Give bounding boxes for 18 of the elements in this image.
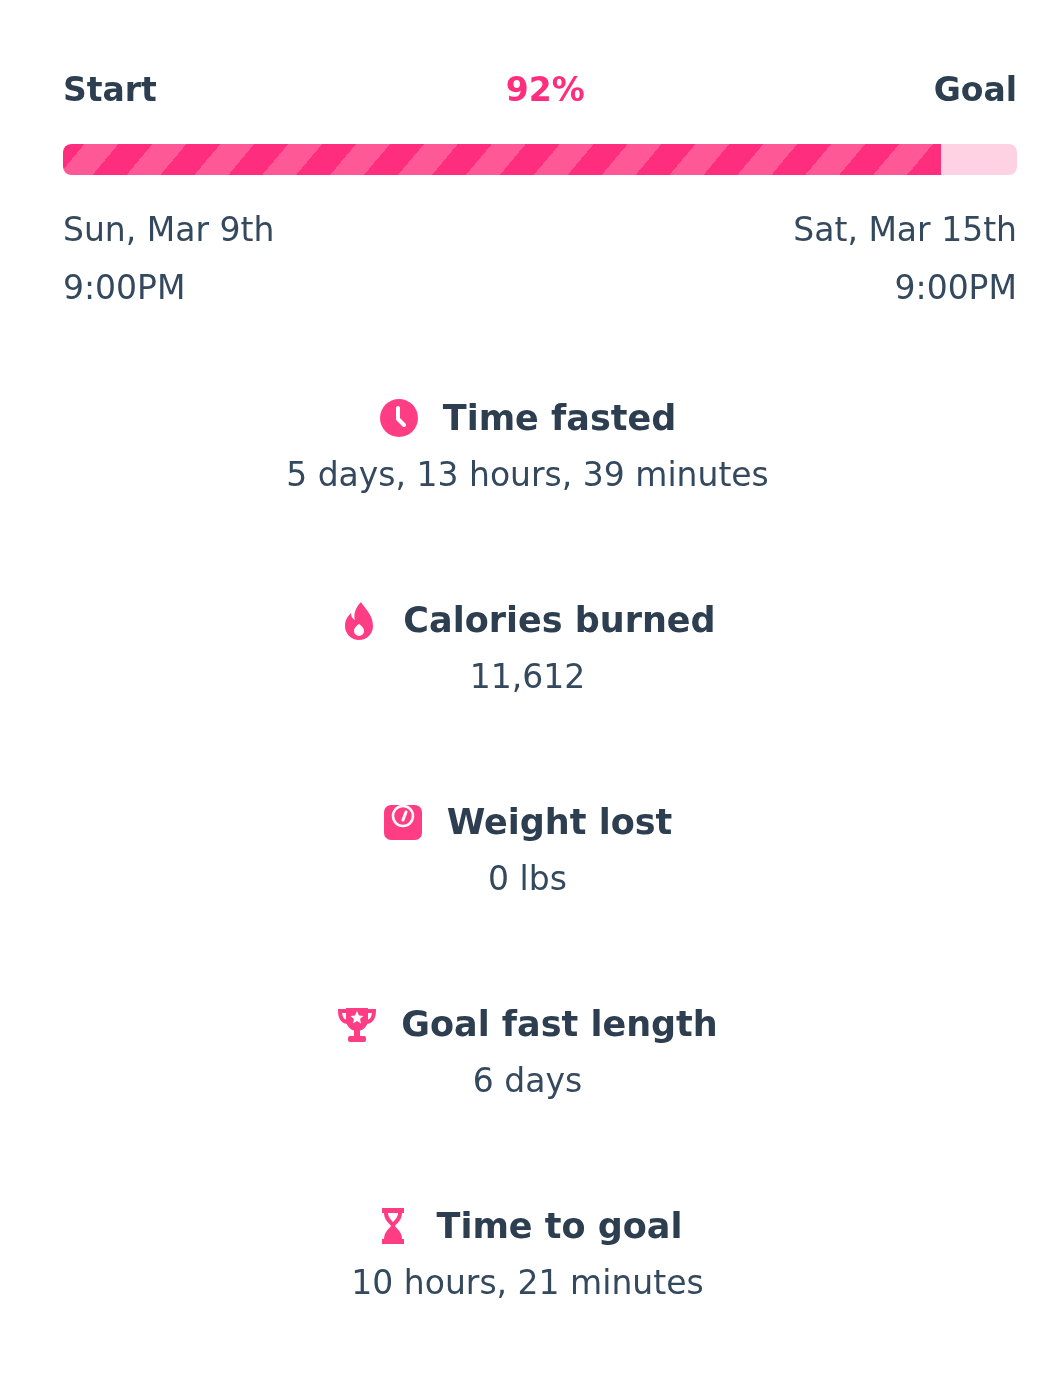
start-time: 9:00PM bbox=[63, 266, 186, 309]
stat-title: Time to goal bbox=[436, 1204, 683, 1247]
percent-label: 92% bbox=[505, 70, 585, 110]
start-date: Sun, Mar 9th bbox=[63, 208, 275, 251]
goal-time: 9:00PM bbox=[894, 266, 1017, 309]
stat-value: 5 days, 13 hours, 39 minutes bbox=[286, 454, 769, 495]
stat-value: 11,612 bbox=[469, 656, 586, 697]
start-label: Start bbox=[63, 70, 157, 110]
stat-title: Goal fast length bbox=[401, 1002, 718, 1045]
stat-value: 10 hours, 21 minutes bbox=[351, 1262, 704, 1303]
goal-label: Goal bbox=[933, 70, 1017, 110]
stat-title: Weight lost bbox=[446, 800, 673, 843]
stat-value: 0 lbs bbox=[488, 858, 567, 899]
stat-title: Time fasted bbox=[442, 396, 677, 439]
stat-title: Calories burned bbox=[403, 598, 716, 641]
goal-date: Sat, Mar 15th bbox=[793, 208, 1017, 251]
stat-value: 6 days bbox=[472, 1060, 583, 1101]
clock-icon bbox=[378, 397, 419, 438]
